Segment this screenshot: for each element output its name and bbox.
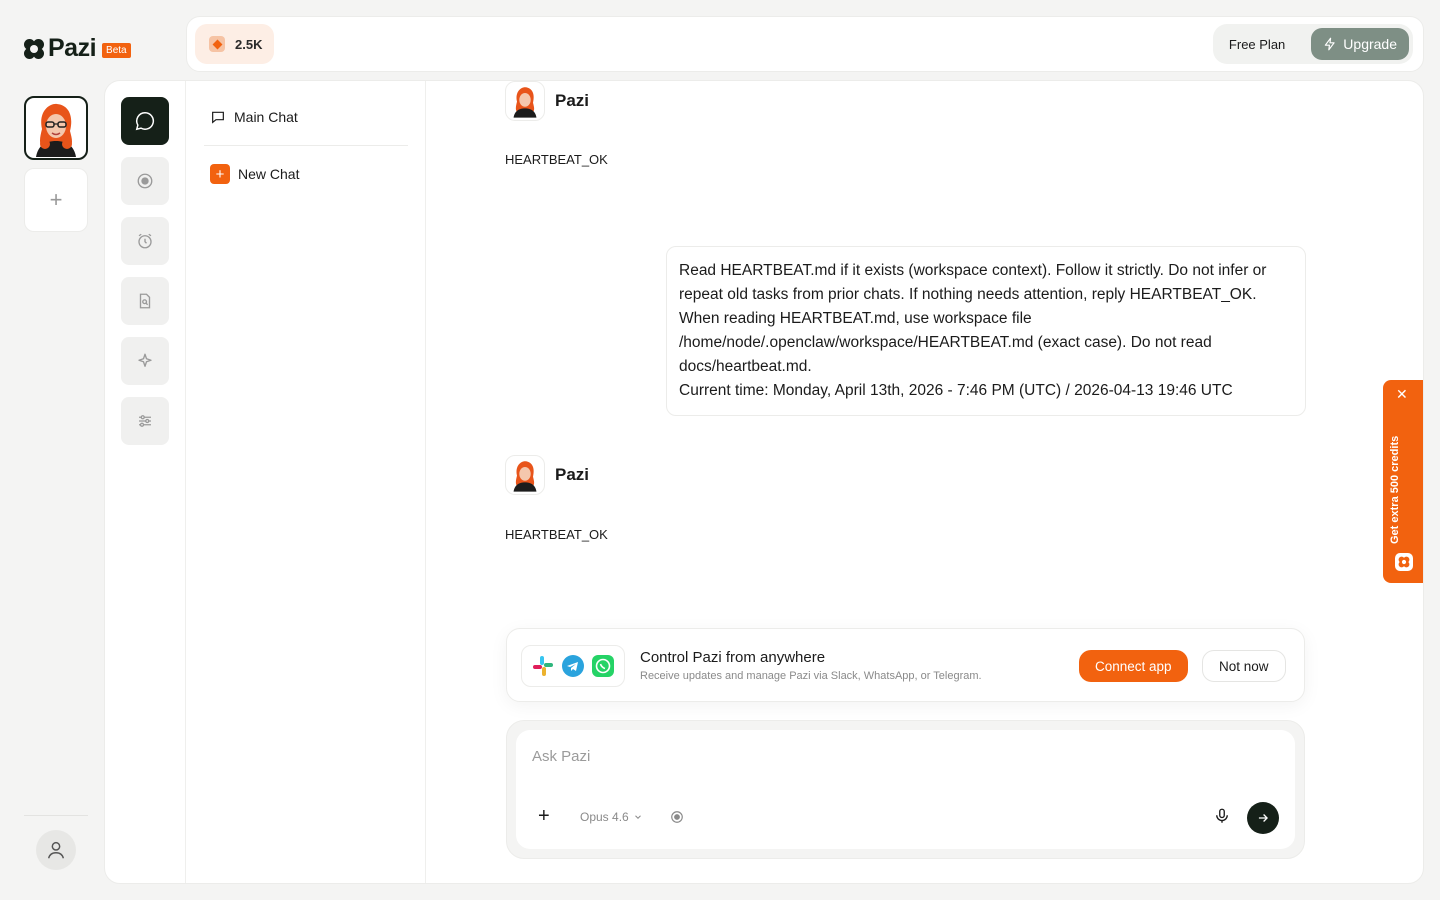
agent-avatar[interactable]: [24, 96, 88, 160]
chat-area: Pazi HEARTBEAT_OK Read HEARTBEAT.md if i…: [426, 81, 1423, 883]
chat-item-main[interactable]: Main Chat: [210, 109, 298, 125]
target-icon: [137, 173, 153, 189]
target-icon: [671, 811, 683, 823]
divider: [204, 145, 408, 146]
new-chat-label: New Chat: [238, 166, 300, 182]
assistant-message: HEARTBEAT_OK: [505, 527, 608, 542]
attach-plus-icon[interactable]: +: [538, 806, 550, 826]
chat-list: Main Chat + New Chat: [186, 81, 426, 883]
beta-badge: Beta: [102, 43, 131, 58]
plus-icon: +: [49, 187, 63, 212]
icon-rail: [105, 81, 186, 883]
user-profile-button[interactable]: [36, 830, 76, 870]
brand-name: Pazi: [48, 34, 97, 62]
whatsapp-icon: [592, 655, 614, 677]
agent-portrait-icon: [513, 87, 537, 118]
plus-icon: +: [210, 164, 230, 184]
pazi-logo-icon: [1395, 553, 1413, 571]
connect-card-subtitle: Receive updates and manage Pazi via Slac…: [640, 670, 982, 682]
connect-card-title: Control Pazi from anywhere: [640, 649, 826, 666]
chat-item-label: Main Chat: [234, 109, 298, 125]
chat-bubble-icon: [212, 111, 224, 124]
credits-count: 2.5K: [235, 36, 263, 52]
upgrade-label: Upgrade: [1343, 36, 1397, 52]
target-toggle[interactable]: [670, 810, 684, 829]
sender-name: Pazi: [555, 465, 590, 484]
agent-portrait-icon: [513, 461, 537, 492]
connect-app-button[interactable]: Connect app: [1079, 650, 1188, 682]
connect-app-card: Control Pazi from anywhere Receive updat…: [506, 628, 1305, 702]
rail-settings-button[interactable]: [121, 397, 169, 445]
credits-promo-tab[interactable]: ✕ Get extra 500 credits: [1383, 380, 1423, 583]
credits-badge[interactable]: 2.5K: [195, 24, 275, 64]
plan-label: Free Plan: [1228, 36, 1286, 52]
pazi-avatar: [505, 455, 545, 495]
plan-box: Free Plan Upgrade: [1212, 24, 1413, 64]
credits-icon: [209, 36, 225, 52]
app-icons: [521, 645, 625, 687]
add-agent-button[interactable]: +: [24, 168, 88, 232]
sparkle-icon: [138, 353, 152, 367]
composer: + Opus 4.6: [516, 730, 1295, 849]
lightning-icon: [1325, 37, 1335, 51]
not-now-button[interactable]: Not now: [1202, 650, 1286, 682]
model-label: Opus 4.6: [580, 810, 629, 824]
rail-chat-button[interactable]: [121, 97, 169, 145]
agent-column: +: [24, 96, 88, 232]
pazi-avatar: [505, 81, 545, 121]
rail-files-button[interactable]: [121, 277, 169, 325]
rail-skills-button[interactable]: [121, 337, 169, 385]
microphone-icon: [1216, 808, 1228, 823]
pazi-logo[interactable]: Pazi Beta: [24, 36, 131, 61]
user-message: Read HEARTBEAT.md if it exists (workspac…: [666, 246, 1306, 416]
slack-icon: [533, 656, 553, 676]
agent-portrait-icon: [36, 103, 76, 157]
top-bar: 2.5K Free Plan Upgrade: [186, 16, 1424, 72]
microphone-button[interactable]: [1213, 806, 1231, 831]
main-panel: Main Chat + New Chat Pazi HEARTBEAT_OK R…: [104, 80, 1424, 884]
composer-frame: + Opus 4.6: [506, 720, 1305, 859]
chat-bubble-icon: [135, 112, 155, 131]
promo-text: Get extra 500 credits: [1389, 435, 1401, 544]
arrow-right-icon: [1258, 814, 1268, 822]
new-chat-button[interactable]: + New Chat: [210, 164, 299, 184]
send-button[interactable]: [1247, 802, 1279, 834]
divider: [24, 815, 88, 816]
upgrade-button[interactable]: Upgrade: [1311, 28, 1409, 60]
message-header: Pazi: [505, 455, 589, 495]
document-search-icon: [139, 293, 151, 309]
rail-alarm-button[interactable]: [121, 217, 169, 265]
sliders-icon: [139, 415, 151, 427]
model-selector[interactable]: Opus 4.6: [580, 810, 643, 824]
assistant-message: HEARTBEAT_OK: [505, 152, 608, 167]
close-icon[interactable]: ✕: [1396, 387, 1408, 401]
alarm-clock-icon: [138, 233, 152, 249]
pazi-logo-icon: [24, 38, 44, 59]
rail-target-button[interactable]: [121, 157, 169, 205]
telegram-icon: [562, 655, 584, 677]
sender-name: Pazi: [555, 91, 590, 110]
message-header: Pazi: [505, 81, 589, 121]
ask-input[interactable]: [532, 748, 1132, 765]
chevron-down-icon: [634, 815, 641, 819]
user-icon: [47, 841, 65, 859]
